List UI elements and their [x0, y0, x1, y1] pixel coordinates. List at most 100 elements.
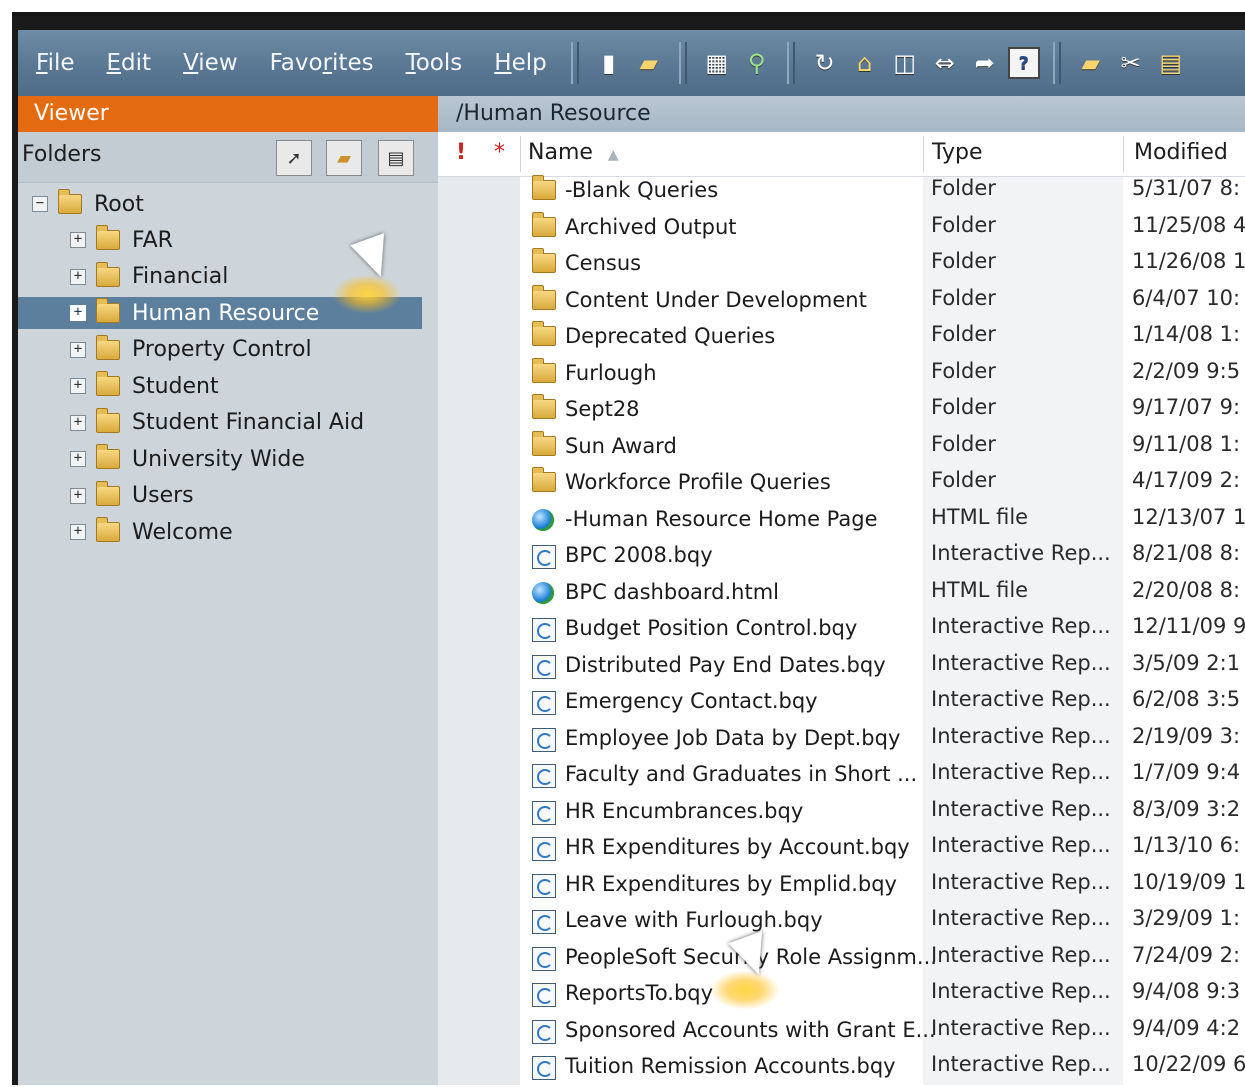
cut-icon[interactable]: ✂: [1114, 44, 1148, 82]
help-icon[interactable]: ?: [1007, 47, 1040, 79]
select-folder-icon[interactable]: ➚: [276, 140, 312, 176]
file-row[interactable]: Emergency Contact.bqy Interactive Rep... 6…: [438, 685, 1245, 721]
file-row[interactable]: Content Under Development Folder 6/4/07 10…: [438, 284, 1245, 320]
menu-item-mnemonic: V: [183, 50, 199, 76]
home-icon[interactable]: ⌂: [848, 44, 882, 82]
file-row[interactable]: Tuition Remission Accounts.bqy Interactiv…: [438, 1050, 1245, 1085]
file-row[interactable]: Budget Position Control.bqy Interactive R…: [438, 612, 1245, 648]
expand-icon[interactable]: +: [70, 414, 86, 431]
folder-icon: [532, 248, 556, 273]
file-row[interactable]: Archived Output Folder 11/25/08 4: [438, 211, 1245, 247]
menu-item[interactable]: Tools: [406, 50, 463, 76]
file-row[interactable]: Workforce Profile Queries Folder 4/17/09 2…: [438, 466, 1245, 502]
file-row[interactable]: BPC dashboard.html HTML file 2/20/08 8:: [438, 576, 1245, 612]
columns-icon[interactable]: ◫: [888, 44, 922, 82]
new-folder-icon[interactable]: ▰: [1074, 44, 1108, 82]
file-modified: 9/11/08 1:: [1132, 431, 1241, 456]
file-row[interactable]: -Human Resource Home Page HTML file 12/13/…: [438, 503, 1245, 539]
expand-icon[interactable]: +: [70, 524, 86, 540]
folder-properties-icon[interactable]: ▤: [378, 140, 414, 176]
open-folder-icon[interactable]: ▰: [632, 44, 666, 82]
expand-icon[interactable]: +: [70, 487, 86, 504]
file-row[interactable]: -Blank Queries Folder 5/31/07 8:: [438, 174, 1245, 210]
file-name: Leave with Furlough.bqy: [565, 908, 823, 932]
tree-item-root[interactable]: − Root: [32, 188, 412, 220]
file-name: Deprecated Queries: [565, 324, 776, 348]
file-modified: 9/4/09 4:2: [1132, 1015, 1241, 1040]
file-row[interactable]: Furlough Folder 2/2/09 9:5: [438, 357, 1245, 393]
calculator-icon[interactable]: ▦: [700, 44, 734, 82]
name-column-header[interactable]: Name ▲: [528, 140, 619, 165]
file-row[interactable]: HR Encumbrances.bqy Interactive Rep... 8/3…: [438, 795, 1245, 831]
file-modified: 8/3/09 3:2: [1132, 796, 1241, 821]
file-row[interactable]: Census Folder 11/26/08 1: [438, 247, 1245, 283]
menu-item[interactable]: View: [183, 50, 238, 76]
tree-item[interactable]: + Property Control: [70, 334, 410, 366]
folder-icon: [96, 371, 120, 396]
file-row[interactable]: Faculty and Graduates in Short ... Intera…: [438, 758, 1245, 794]
file-row[interactable]: PeopleSoft Security Role Assignm... Inter…: [438, 941, 1245, 977]
menu-item[interactable]: Help: [494, 50, 546, 76]
column-divider[interactable]: [520, 136, 521, 172]
file-row[interactable]: Deprecated Queries Folder 1/14/08 1:: [438, 320, 1245, 356]
file-modified: 8/21/08 8:: [1132, 541, 1241, 565]
expand-icon[interactable]: +: [70, 341, 86, 358]
file-row[interactable]: Sun Award Folder 9/11/08 1:: [438, 430, 1245, 466]
file-modified: 2/2/09 9:5: [1132, 358, 1241, 383]
file-row[interactable]: Employee Job Data by Dept.bqy Interactive…: [438, 722, 1245, 758]
file-row[interactable]: BPC 2008.bqy Interactive Rep... 8/21/08 8:: [438, 539, 1245, 575]
file-type: Interactive Rep...: [931, 687, 1111, 711]
folder-icon: [532, 394, 556, 419]
file-row[interactable]: Distributed Pay End Dates.bqy Interactive…: [438, 649, 1245, 685]
column-divider[interactable]: [923, 136, 924, 172]
collapse-icon[interactable]: −: [32, 196, 48, 212]
file-modified: 9/17/07 9:: [1132, 395, 1241, 419]
folder-icon: [532, 357, 556, 383]
file-row[interactable]: HR Expenditures by Account.bqy Interactiv…: [438, 831, 1245, 867]
refresh-icon[interactable]: ↻: [808, 44, 842, 82]
toolbar-separator: [786, 42, 795, 84]
file-modified: 12/13/07 1: [1132, 504, 1245, 529]
paste-icon[interactable]: ▤: [1154, 44, 1188, 82]
tree-item[interactable]: + University Wide: [70, 443, 410, 475]
tree-item[interactable]: + Welcome: [70, 516, 410, 548]
column-divider[interactable]: [1123, 136, 1124, 172]
file-name: Budget Position Control.bqy: [565, 616, 858, 640]
menu-item-label: ites: [332, 50, 374, 76]
file-row[interactable]: Leave with Furlough.bqy Interactive Rep..…: [438, 904, 1245, 940]
new-document-icon[interactable]: ▮: [592, 44, 626, 82]
folder-label: Welcome: [132, 519, 233, 545]
file-modified: 6/2/08 3:5: [1132, 687, 1241, 711]
menu-item[interactable]: File: [36, 50, 75, 76]
tree-item[interactable]: + Student: [70, 370, 410, 402]
file-modified: 10/22/09 6: [1132, 1052, 1245, 1076]
priority-column-header[interactable]: !: [456, 140, 466, 165]
fit-width-icon[interactable]: ⇔: [928, 44, 962, 82]
file-row[interactable]: HR Expenditures by Emplid.bqy Interactive…: [438, 868, 1245, 904]
file-modified: 12/11/09 9: [1132, 614, 1245, 638]
tree-item[interactable]: + Users: [70, 480, 410, 512]
user-search-icon[interactable]: ⚲: [740, 44, 774, 82]
export-icon[interactable]: ➦: [968, 44, 1002, 82]
file-modified: 3/5/09 2:1: [1132, 650, 1241, 675]
interactive-report-icon: [532, 910, 556, 934]
file-row[interactable]: ReportsTo.bqy Interactive Rep... 9/4/08 9:…: [438, 977, 1245, 1013]
file-row[interactable]: Sponsored Accounts with Grant E... Intera…: [438, 1014, 1245, 1050]
modified-column-header[interactable]: Modified: [1134, 140, 1228, 165]
expand-icon[interactable]: +: [70, 232, 86, 248]
file-name: HR Expenditures by Account.bqy: [565, 835, 910, 859]
folders-header: Folders ➚ ▰ ▤: [18, 132, 438, 183]
tree-item[interactable]: + Student Financial Aid: [70, 407, 410, 439]
new-column-header[interactable]: *: [494, 140, 505, 165]
file-name: -Blank Queries: [565, 178, 719, 202]
expand-icon[interactable]: +: [70, 451, 86, 467]
type-column-header[interactable]: Type: [932, 140, 983, 165]
file-row[interactable]: Sept28 Folder 9/17/07 9:: [438, 393, 1245, 429]
expand-icon[interactable]: +: [70, 378, 86, 394]
viewer-tab[interactable]: Viewer: [18, 96, 438, 132]
folder-tree-icon[interactable]: ▰: [326, 140, 362, 176]
expand-icon[interactable]: +: [70, 305, 86, 321]
menu-item[interactable]: Edit: [107, 50, 152, 76]
menu-item[interactable]: Favorites: [270, 50, 374, 76]
expand-icon[interactable]: +: [70, 268, 86, 285]
